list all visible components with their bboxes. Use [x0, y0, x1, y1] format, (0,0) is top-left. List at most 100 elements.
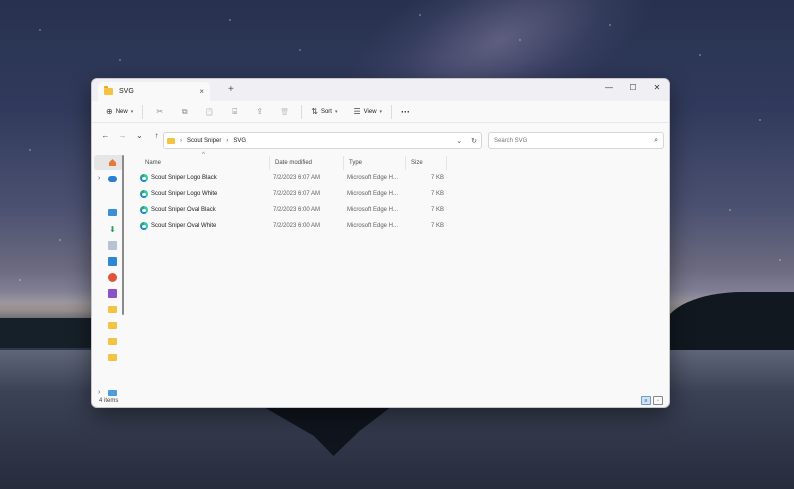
videos-icon[interactable]	[108, 289, 117, 298]
column-type[interactable]: Type	[343, 156, 405, 170]
close-tab-icon[interactable]: ×	[199, 87, 204, 96]
table-row[interactable]: Scout Sniper Logo White 7/2/2023 6:07 AM…	[136, 187, 456, 201]
view-label: View	[363, 108, 377, 115]
file-name-cell: Scout Sniper Logo White	[140, 187, 217, 201]
onedrive-icon[interactable]	[108, 176, 117, 182]
view-button[interactable]: ☰ View ▾	[348, 107, 387, 116]
file-name: Scout Sniper Logo White	[151, 191, 218, 197]
maximize-button[interactable]: ☐	[621, 80, 645, 94]
new-tab-icon[interactable]: +	[228, 84, 234, 95]
column-name-label: Name	[145, 160, 162, 166]
nav-scrollbar[interactable]	[122, 155, 124, 315]
documents-icon[interactable]	[108, 241, 117, 250]
refresh-icon[interactable]: ↻	[471, 137, 477, 145]
home-icon[interactable]	[108, 158, 117, 167]
status-bar: 4 items ≡ ▫	[92, 395, 669, 407]
chevron-right-icon[interactable]: ›	[98, 175, 100, 182]
music-icon[interactable]	[108, 273, 117, 282]
delete-icon[interactable]: 🗑	[272, 108, 297, 116]
file-name-cell: Scout Sniper Oval Black	[140, 203, 216, 217]
share-icon[interactable]: ⇪	[247, 107, 272, 116]
file-date: 7/2/2023 6:07 AM	[273, 191, 321, 197]
folder-icon[interactable]	[108, 338, 117, 345]
window-controls: — ☐ ✕	[597, 79, 669, 94]
copy-icon[interactable]: ⧉	[172, 107, 197, 117]
breadcrumb-svg[interactable]: SVG	[233, 138, 246, 144]
plus-circle-icon: ⊕	[106, 107, 113, 116]
file-list: ^ Name Date modified Type Size Scout Sni…	[132, 152, 669, 395]
file-date: 7/2/2023 6:00 AM	[273, 207, 321, 213]
paste-icon[interactable]: 📋	[197, 108, 222, 116]
minimize-button[interactable]: —	[597, 80, 621, 94]
column-date-label: Date modified	[275, 160, 313, 166]
recent-locations-button[interactable]: ⌄	[132, 131, 147, 140]
column-date-modified[interactable]: Date modified	[269, 156, 343, 170]
file-size: 7 KB	[431, 175, 445, 181]
item-count: 4 items	[99, 398, 119, 404]
breadcrumb-chevron-icon: ›	[180, 137, 182, 144]
file-date: 7/2/2023 6:00 AM	[273, 223, 321, 229]
file-type: Microsoft Edge H...	[347, 191, 399, 197]
more-options-button[interactable]: ···	[396, 107, 415, 117]
rename-icon[interactable]: ⌸	[222, 107, 247, 117]
folder-icon[interactable]	[108, 306, 117, 313]
breadcrumb-scout-sniper[interactable]: Scout Sniper	[187, 138, 221, 144]
file-type: Microsoft Edge H...	[347, 207, 399, 213]
edge-html-file-icon	[140, 206, 148, 214]
address-actions: ⌄ ↻	[456, 137, 481, 145]
close-button[interactable]: ✕	[645, 80, 669, 94]
pictures-icon[interactable]	[108, 257, 117, 266]
new-button[interactable]: ⊕ New ▾	[101, 107, 138, 116]
edge-html-file-icon	[140, 222, 148, 230]
folder-icon[interactable]	[108, 354, 117, 361]
folder-icon	[104, 86, 113, 95]
file-date: 7/2/2023 6:07 AM	[273, 175, 321, 181]
main-area: › ⬇ › ^ Name Date modified Type Size Sco…	[92, 152, 669, 396]
file-name: Scout Sniper Oval Black	[151, 207, 216, 213]
file-name: Scout Sniper Oval White	[151, 223, 217, 229]
folder-icon[interactable]	[108, 322, 117, 329]
command-bar: ⊕ New ▾ ✂ ⧉ 📋 ⌸ ⇪ 🗑 ⇅ Sort ▾ ☰ View ▾ ··…	[92, 101, 669, 123]
column-size[interactable]: Size	[405, 156, 447, 170]
file-explorer-window: SVG × + — ☐ ✕ ⊕ New ▾ ✂ ⧉ 📋 ⌸ ⇪ 🗑 ⇅ Sort…	[91, 78, 670, 408]
tab-svg[interactable]: SVG ×	[98, 82, 210, 101]
file-size: 7 KB	[431, 191, 445, 197]
address-dropdown-icon[interactable]: ⌄	[456, 137, 462, 145]
search-placeholder: Search SVG	[494, 137, 528, 144]
file-size: 7 KB	[431, 207, 445, 213]
new-label: New	[115, 108, 128, 115]
file-type: Microsoft Edge H...	[347, 175, 399, 181]
details-view-icon[interactable]: ≡	[641, 396, 651, 405]
cut-icon[interactable]: ✂	[147, 107, 172, 116]
file-name: Scout Sniper Logo Black	[151, 175, 217, 181]
downloads-icon[interactable]: ⬇	[108, 225, 117, 234]
up-button[interactable]: ↑	[149, 131, 164, 140]
folder-icon	[167, 137, 175, 144]
chevron-down-icon: ▾	[334, 108, 338, 115]
breadcrumb-chevron-icon: ›	[226, 137, 229, 144]
forward-button[interactable]: →	[115, 131, 130, 140]
file-name-cell: Scout Sniper Oval White	[140, 219, 216, 233]
chevron-down-icon: ▾	[130, 108, 134, 115]
back-button[interactable]: ←	[98, 131, 113, 140]
search-icon: ⌕	[654, 136, 658, 144]
tab-title: SVG	[119, 88, 134, 95]
tiles-view-icon[interactable]: ▫	[653, 396, 663, 405]
view-toggles: ≡ ▫	[641, 396, 663, 405]
desktop-icon[interactable]	[108, 209, 117, 216]
search-input[interactable]: Search SVG ⌕	[488, 132, 664, 149]
wallpaper-hill-left	[0, 318, 95, 348]
table-row[interactable]: Scout Sniper Oval White 7/2/2023 6:00 AM…	[136, 219, 456, 233]
column-header-row: ^ Name Date modified Type Size	[132, 152, 669, 170]
table-row[interactable]: Scout Sniper Logo Black 7/2/2023 6:07 AM…	[136, 171, 456, 185]
table-row[interactable]: Scout Sniper Oval Black 7/2/2023 6:00 AM…	[136, 203, 456, 217]
file-size: 7 KB	[431, 223, 445, 229]
column-name[interactable]: Name	[140, 156, 271, 170]
file-name-cell: Scout Sniper Logo Black	[140, 171, 217, 185]
address-bar[interactable]: › Scout Sniper › SVG ⌄ ↻	[163, 132, 482, 149]
column-size-label: Size	[411, 160, 423, 166]
sort-label: Sort	[320, 108, 332, 115]
file-type: Microsoft Edge H...	[347, 223, 399, 229]
title-bar[interactable]: SVG × + — ☐ ✕	[92, 79, 669, 101]
sort-button[interactable]: ⇅ Sort ▾	[306, 107, 342, 116]
